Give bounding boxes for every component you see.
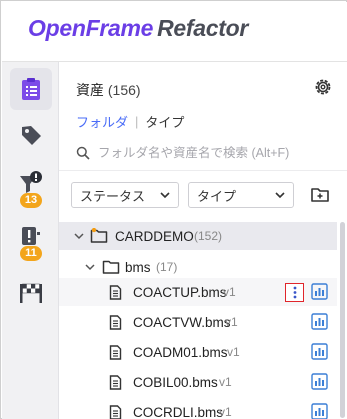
file-name: COCRDLI.bms	[133, 404, 224, 419]
view-tabs: フォルダ | タイプ	[76, 112, 184, 131]
chevron-down-icon	[160, 192, 170, 199]
tree-root-count: (152)	[194, 229, 223, 243]
chart-icon[interactable]	[311, 313, 328, 330]
document-icon	[109, 285, 122, 300]
folder-add-icon[interactable]	[310, 185, 330, 205]
search-icon	[76, 146, 90, 160]
brand-secondary: Refactor	[157, 15, 249, 41]
tag-icon	[22, 126, 41, 145]
file-version: v1	[223, 285, 236, 299]
chevron-down-icon	[275, 192, 285, 199]
filter-alert-badge: 13	[20, 193, 42, 208]
file-version: v1	[219, 405, 232, 419]
panel-title: 資産 (156)	[76, 80, 141, 100]
chart-icon[interactable]	[311, 403, 328, 419]
file-version: v1	[225, 315, 238, 329]
folder-icon	[90, 228, 108, 243]
document-icon	[109, 315, 122, 330]
list-item[interactable]: COACTUP.bms v1	[59, 278, 337, 306]
file-name: COACTUP.bms	[133, 284, 227, 300]
chevron-down-icon[interactable]	[73, 230, 85, 242]
file-name: COBIL00.bms	[133, 374, 218, 390]
list-item[interactable]: COADM01.bms v1	[59, 338, 337, 366]
tab-type[interactable]: タイプ	[145, 112, 184, 131]
rail-item-assets[interactable]	[10, 68, 52, 110]
search-input[interactable]	[98, 146, 333, 160]
status-filter-label: ステータス	[80, 188, 146, 204]
document-icon	[109, 345, 122, 360]
tree-root-name: CARDDEMO	[115, 228, 194, 244]
divider	[59, 170, 347, 171]
document-icon	[109, 375, 122, 390]
chart-icon[interactable]	[311, 283, 328, 300]
tree-folder-count: (17)	[156, 260, 178, 274]
side-rail: 13 11	[2, 62, 59, 419]
finish-flag-icon	[20, 283, 42, 303]
panel-title-label: 資産	[76, 82, 104, 98]
gear-icon[interactable]	[313, 77, 333, 97]
warning-badge: 11	[20, 246, 42, 261]
asset-panel: 資産 (156) フォルダ | タイプ ステータス	[59, 62, 347, 419]
rail-item-filter-alerts[interactable]: 13	[10, 166, 52, 208]
list-item[interactable]: COACTVW.bms v1	[59, 308, 337, 336]
more-options-button[interactable]	[285, 283, 304, 302]
brand-logo: OpenFrame Refactor	[28, 15, 248, 42]
app-header: OpenFrame Refactor	[2, 2, 347, 62]
clipboard-icon	[22, 78, 40, 100]
type-filter-label: タイプ	[197, 188, 237, 204]
tab-separator: |	[135, 114, 139, 129]
tree-node-root[interactable]: CARDDEMO (152)	[59, 222, 337, 250]
type-filter-select[interactable]: タイプ	[188, 182, 294, 208]
tree-folder-name: bms	[125, 259, 151, 275]
brand-primary: OpenFrame	[28, 15, 154, 41]
tree-node-folder[interactable]: bms (17)	[59, 253, 337, 281]
folder-icon	[102, 260, 120, 274]
list-item[interactable]: COCRDLI.bms v1	[59, 398, 337, 419]
file-version: v1	[219, 375, 232, 389]
rail-item-finish[interactable]	[10, 272, 52, 314]
file-name: COADM01.bms	[133, 344, 228, 360]
tree-scrollbar[interactable]	[340, 222, 345, 418]
chart-icon[interactable]	[311, 373, 328, 390]
search-bar	[76, 140, 336, 166]
chevron-down-icon[interactable]	[84, 261, 96, 273]
document-icon	[109, 405, 122, 419]
app-window: OpenFrame Refactor 13 11 資産 (156) フォルダ |…	[0, 0, 347, 419]
file-name: COACTVW.bms	[133, 314, 231, 330]
rail-item-warnings[interactable]: 11	[10, 219, 52, 261]
panel-title-count: (156)	[107, 82, 141, 98]
chart-icon[interactable]	[311, 343, 328, 360]
tab-folder[interactable]: フォルダ	[76, 112, 128, 131]
rail-item-tags[interactable]	[10, 114, 52, 156]
list-item[interactable]: COBIL00.bms v1	[59, 368, 337, 396]
more-vertical-icon	[293, 286, 296, 299]
file-version: v1	[227, 345, 240, 359]
status-filter-select[interactable]: ステータス	[71, 182, 179, 208]
